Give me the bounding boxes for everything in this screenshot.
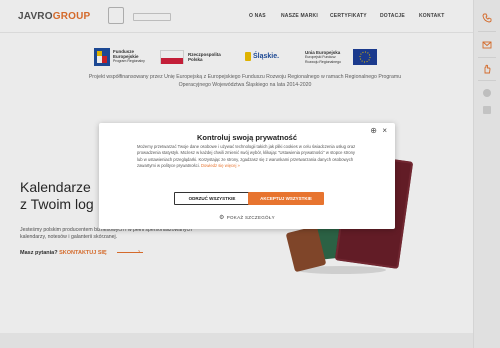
show-details-label: POKAŻ SZCZEGÓŁY xyxy=(226,215,275,220)
learn-more-link[interactable]: Dowiedz się więcej » xyxy=(201,163,240,168)
cookie-dialog-text: Możemy przetwarzać Twoje dane osobowe i … xyxy=(137,144,359,169)
cookie-dialog-title: Kontroluj swoją prywatność xyxy=(196,133,297,142)
reject-all-button[interactable]: ODRZUĆ WSZYSTKIE xyxy=(174,192,250,205)
cookie-consent-dialog: ⊕ × Kontroluj swoją prywatność Możemy pr… xyxy=(99,123,395,229)
show-details-button[interactable]: ⚙ POKAŻ SZCZEGÓŁY xyxy=(99,214,395,221)
accept-all-button[interactable]: AKCEPTUJ WSZYSTKIE xyxy=(248,192,324,205)
gear-icon: ⚙ xyxy=(219,215,225,221)
cookie-body-text: Możemy przetwarzać Twoje dane osobowe i … xyxy=(137,144,356,168)
